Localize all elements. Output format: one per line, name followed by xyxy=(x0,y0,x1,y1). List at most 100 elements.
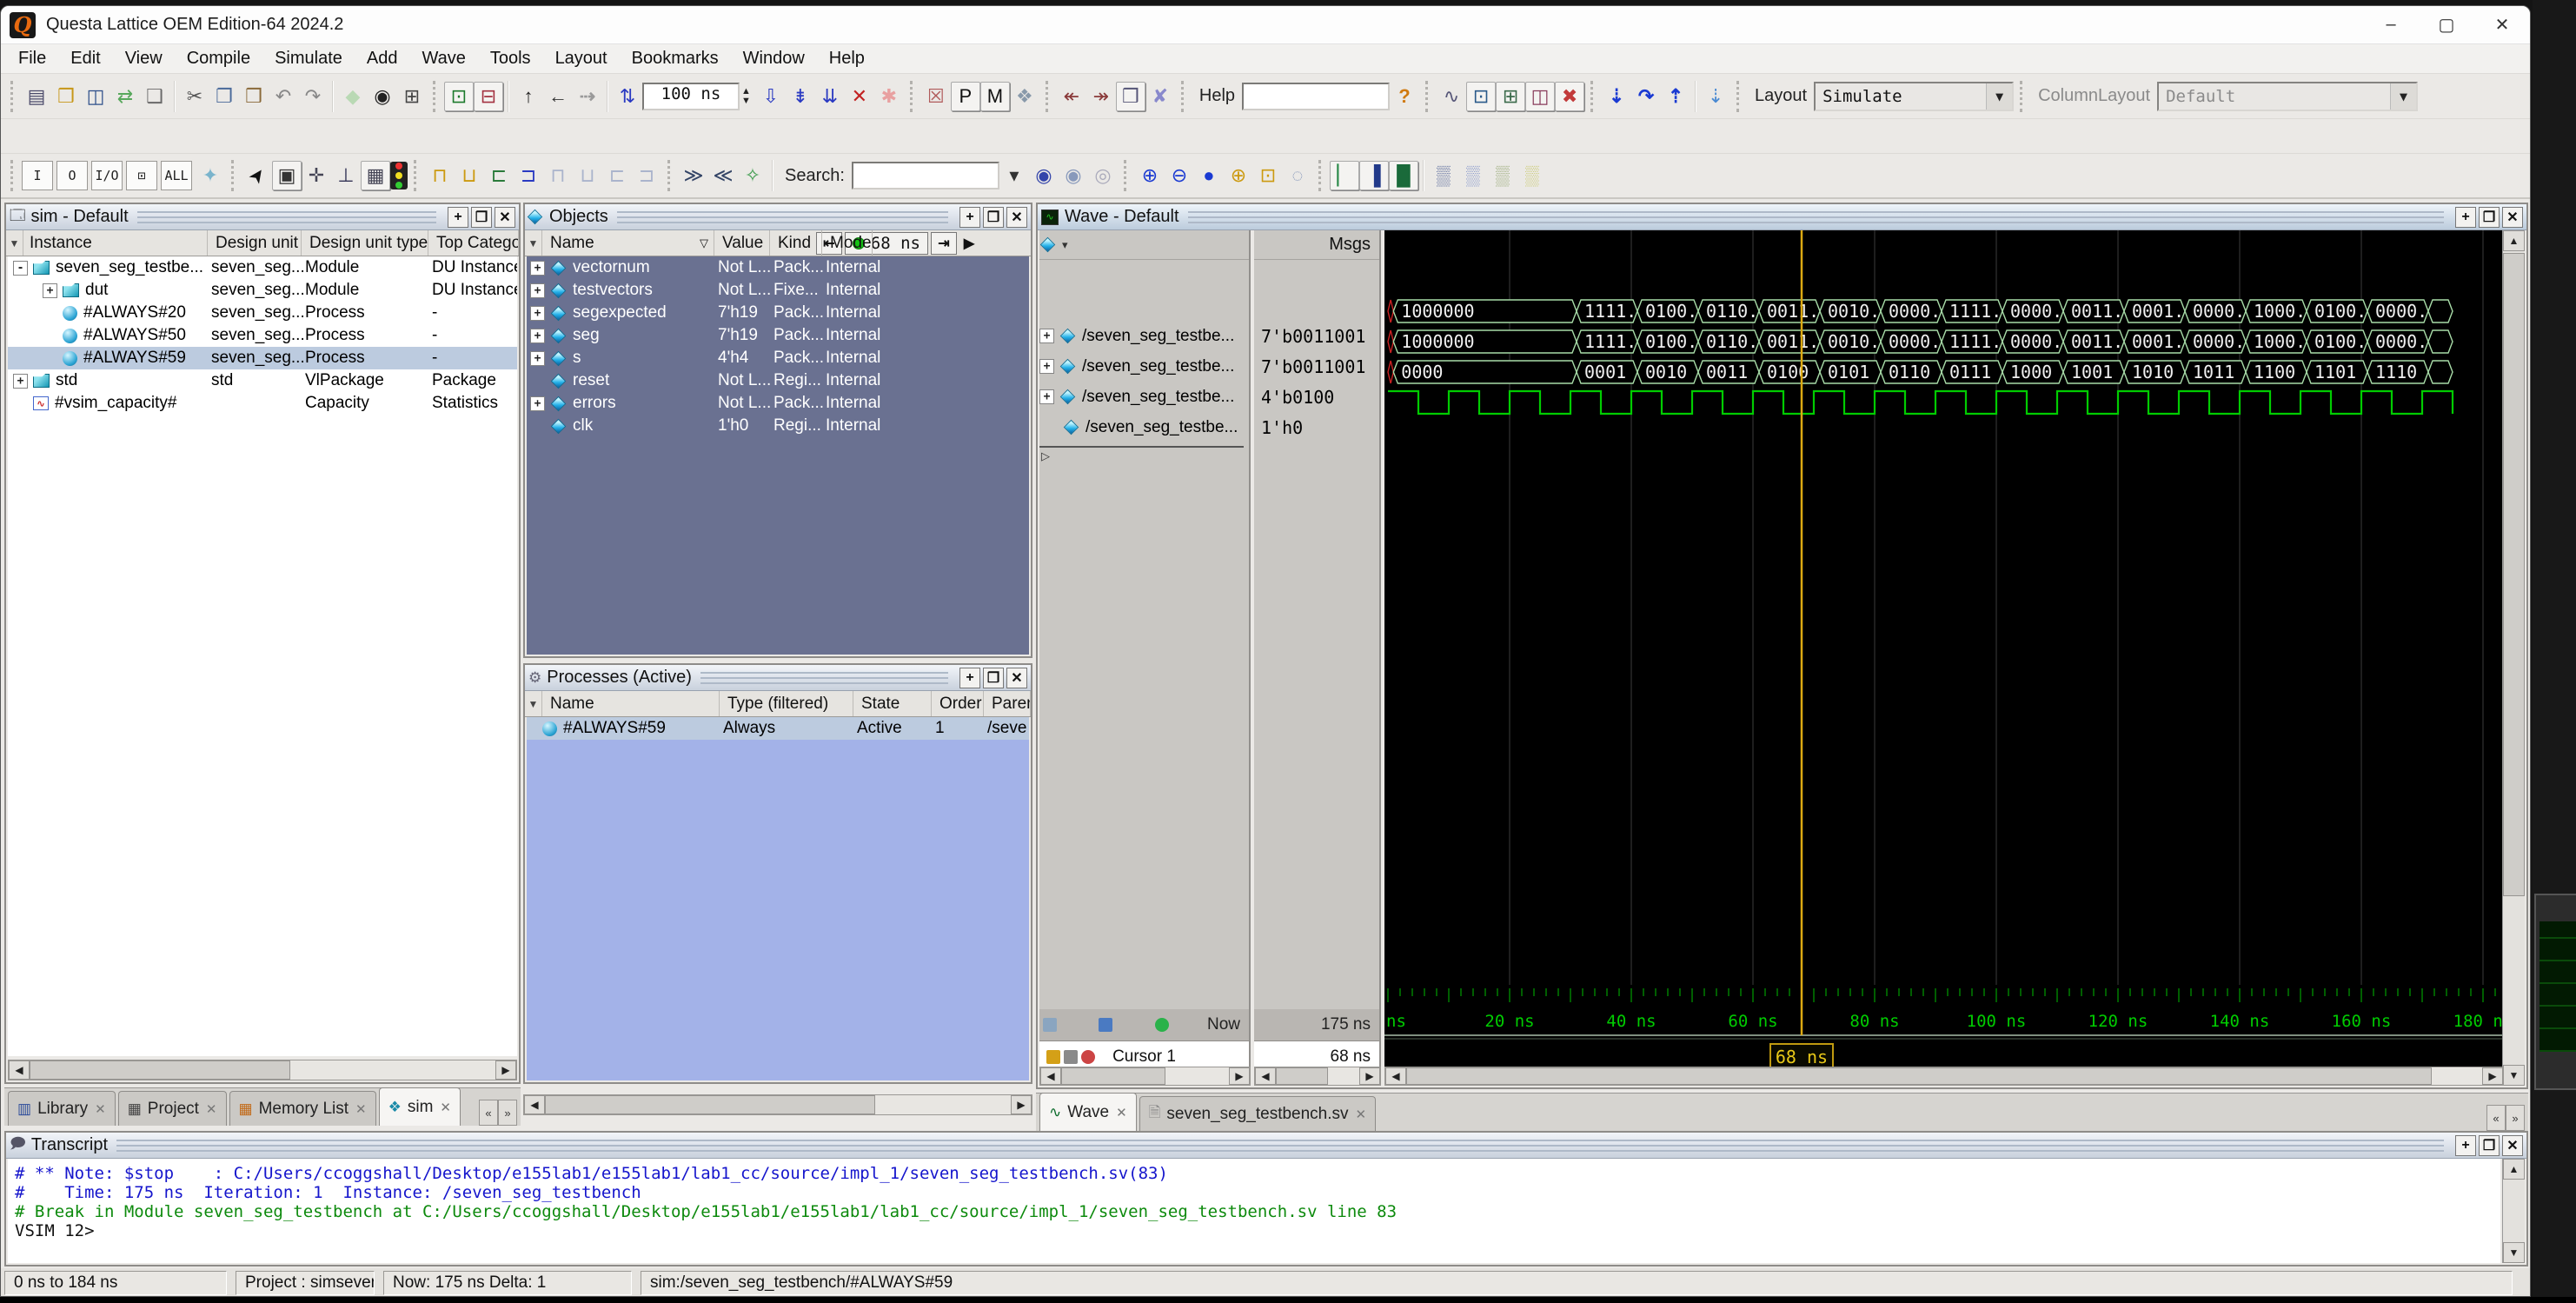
sim-hscrollbar[interactable]: ◀ ▶ xyxy=(8,1060,517,1080)
env-upward-icon[interactable]: ↑ xyxy=(514,82,543,111)
undock-button[interactable]: ❐ xyxy=(471,207,492,228)
scroll-right-icon[interactable]: ▶ xyxy=(2482,1067,2503,1085)
panel-close-button[interactable]: ✕ xyxy=(2502,1135,2523,1156)
port-in-mode-button[interactable]: I xyxy=(22,161,53,190)
undock-button[interactable]: ❐ xyxy=(2479,1135,2500,1156)
env-forward-icon[interactable]: ⇢ xyxy=(573,82,602,111)
object-row[interactable]: +segexpected7'h19Pack...Internal xyxy=(527,302,1029,324)
wave-add-icon[interactable] xyxy=(1040,237,1055,252)
process-row[interactable]: #ALWAYS#59AlwaysActive1/seve xyxy=(527,717,1029,740)
grid-pattern2-icon[interactable]: ▒ xyxy=(1458,161,1488,190)
diff-doc-icon[interactable]: ❒ xyxy=(1116,82,1145,111)
wave-panel-header[interactable]: ∿ Wave - Default + ❐ ✕ xyxy=(1038,204,2526,230)
tree-row[interactable]: #ALWAYS#59seven_seg...Process- xyxy=(8,347,517,369)
scroll-right-icon[interactable]: ▶ xyxy=(1011,1095,1032,1114)
bus-segment[interactable] xyxy=(2428,361,2453,383)
wave-examine-icon[interactable]: ◫ xyxy=(1525,82,1555,111)
tree-row[interactable]: -seven_seg_testbe...seven_seg...ModuleDU… xyxy=(8,256,517,279)
undock-button[interactable]: ❐ xyxy=(2479,207,2500,228)
save-icon[interactable]: ◫ xyxy=(81,82,110,111)
panel-close-button[interactable]: ✕ xyxy=(2502,207,2523,228)
new-file-icon[interactable]: ▤ xyxy=(22,82,51,111)
wave-view-icon[interactable] xyxy=(1099,1018,1112,1032)
cursor-delete-icon[interactable]: █ xyxy=(1389,161,1418,190)
wrench-icon[interactable] xyxy=(1064,1050,1078,1064)
next-transition-icon[interactable]: ⇥ xyxy=(931,232,957,255)
column-header-state[interactable]: State xyxy=(855,691,932,716)
scroll-left-icon[interactable]: ◀ xyxy=(1385,1067,1406,1085)
tab-memory-list[interactable]: ▦Memory List✕ xyxy=(229,1091,376,1126)
scroll-up-icon[interactable]: ▲ xyxy=(2503,1159,2525,1180)
invert-left-icon[interactable]: ⊏ xyxy=(484,161,514,190)
column-header-name[interactable]: Name xyxy=(544,691,720,716)
middle-hscrollbar[interactable]: ◀ ▶ xyxy=(523,1094,1032,1115)
lock-icon[interactable] xyxy=(1046,1050,1060,1064)
tab-sim[interactable]: ❖sim✕ xyxy=(379,1087,461,1126)
column-header-parent[interactable]: Parent xyxy=(986,691,1031,716)
expand-icon[interactable]: + xyxy=(530,396,545,411)
menu-simulate[interactable]: Simulate xyxy=(262,44,355,73)
object-row[interactable]: +errorsNot L...Pack...Internal xyxy=(527,392,1029,415)
column-header-design-unit[interactable]: Design unit xyxy=(209,230,302,256)
undock-button[interactable]: ❐ xyxy=(983,207,1004,228)
column-header-name[interactable]: Name ▽ xyxy=(544,230,714,256)
scroll-up-icon[interactable]: ▲ xyxy=(2503,230,2525,251)
dock-plus-button[interactable]: + xyxy=(2455,1135,2476,1156)
tab-scroll-left-icon[interactable]: « xyxy=(479,1100,498,1126)
tab-scroll-left-icon[interactable]: « xyxy=(2486,1105,2506,1131)
expand-icon[interactable]: + xyxy=(1039,329,1054,343)
column-header-top-category[interactable]: Top Category xyxy=(430,230,519,256)
object-row[interactable]: +s4'h4Pack...Internal xyxy=(527,347,1029,369)
tree-row[interactable]: +dutseven_seg...ModuleDU Instance xyxy=(8,279,517,302)
delete-edge-icon[interactable]: ⊔ xyxy=(455,161,484,190)
wave-vscrollbar[interactable]: ▲ ▼ xyxy=(2502,230,2525,1086)
port-all-mode-button[interactable]: ALL xyxy=(161,161,192,190)
object-row[interactable]: resetNot L...Regi...Internal xyxy=(527,369,1029,392)
tab-scroll-right-icon[interactable]: » xyxy=(2506,1105,2525,1131)
names-hscrollbar[interactable]: ◀ ▶ xyxy=(1039,1067,1251,1086)
mirror-icon[interactable]: ⊓ xyxy=(543,161,573,190)
sim-column-header[interactable]: ▼InstanceDesign unitDesign unit typeTop … xyxy=(6,230,519,256)
filter-funnel-icon[interactable]: ▼ xyxy=(525,691,542,716)
performance-icon[interactable]: P xyxy=(951,82,980,111)
dock-plus-button[interactable]: + xyxy=(959,207,980,228)
clock-waveform[interactable] xyxy=(1388,391,2453,414)
menu-add[interactable]: Add xyxy=(355,44,410,73)
header-more-icon[interactable]: ▶ xyxy=(959,232,979,255)
paste-icon[interactable]: ❒ xyxy=(239,82,269,111)
grid-pattern-icon[interactable]: ▒ xyxy=(1429,161,1458,190)
step-current-icon[interactable]: ⇣ xyxy=(1701,82,1730,111)
wave-signal-name[interactable]: +/seven_seg_testbe... xyxy=(1039,382,1249,412)
menu-edit[interactable]: Edit xyxy=(58,44,112,73)
panel-close-button[interactable]: ✕ xyxy=(495,207,515,228)
step-into-icon[interactable]: ⇣ xyxy=(1602,82,1631,111)
menu-bookmarks[interactable]: Bookmarks xyxy=(620,44,731,73)
env-up-icon[interactable]: ⊞ xyxy=(397,82,427,111)
processes-column-header[interactable]: ▼NameType (filtered)StateOrderParent xyxy=(525,691,1031,717)
panel-grip[interactable] xyxy=(137,211,436,223)
port-out-mode-button[interactable]: O xyxy=(56,161,88,190)
expand-icon[interactable]: + xyxy=(43,283,57,298)
column-header-value[interactable]: Value xyxy=(716,230,770,256)
layout-select[interactable]: Simulate▼ xyxy=(1814,82,2014,111)
print-icon[interactable]: ❑ xyxy=(140,82,169,111)
copy-icon[interactable]: ❐ xyxy=(209,82,239,111)
time-spinner[interactable]: ▲▼ xyxy=(741,87,751,106)
bus-segment[interactable] xyxy=(2428,300,2453,322)
menu-view[interactable]: View xyxy=(113,44,175,73)
expand-icon[interactable]: + xyxy=(1039,359,1054,374)
search-options-icon[interactable]: ◎ xyxy=(1088,161,1118,190)
tab-close-icon[interactable]: ✕ xyxy=(440,1100,451,1115)
undock-button[interactable]: ❐ xyxy=(983,668,1004,688)
wave-tools-icon[interactable] xyxy=(1043,1018,1057,1032)
grid-pattern3-icon[interactable]: ▒ xyxy=(1488,161,1517,190)
pause-hand-icon[interactable]: ❖ xyxy=(1010,82,1039,111)
traffic-light-icon[interactable] xyxy=(390,162,408,189)
port-internal-mode-button[interactable]: ⊡ xyxy=(126,161,157,190)
panel-grip[interactable] xyxy=(116,1140,2444,1152)
chevron-down-icon[interactable]: ▼ xyxy=(2390,83,2416,110)
maximize-button[interactable]: ▢ xyxy=(2419,6,2474,44)
wave-canvas[interactable]: 10000001111...0100...0110...0011...0010.… xyxy=(1384,230,2504,1086)
tab-close-icon[interactable]: ✕ xyxy=(355,1101,367,1117)
remove-cursor-icon[interactable] xyxy=(1081,1050,1095,1064)
